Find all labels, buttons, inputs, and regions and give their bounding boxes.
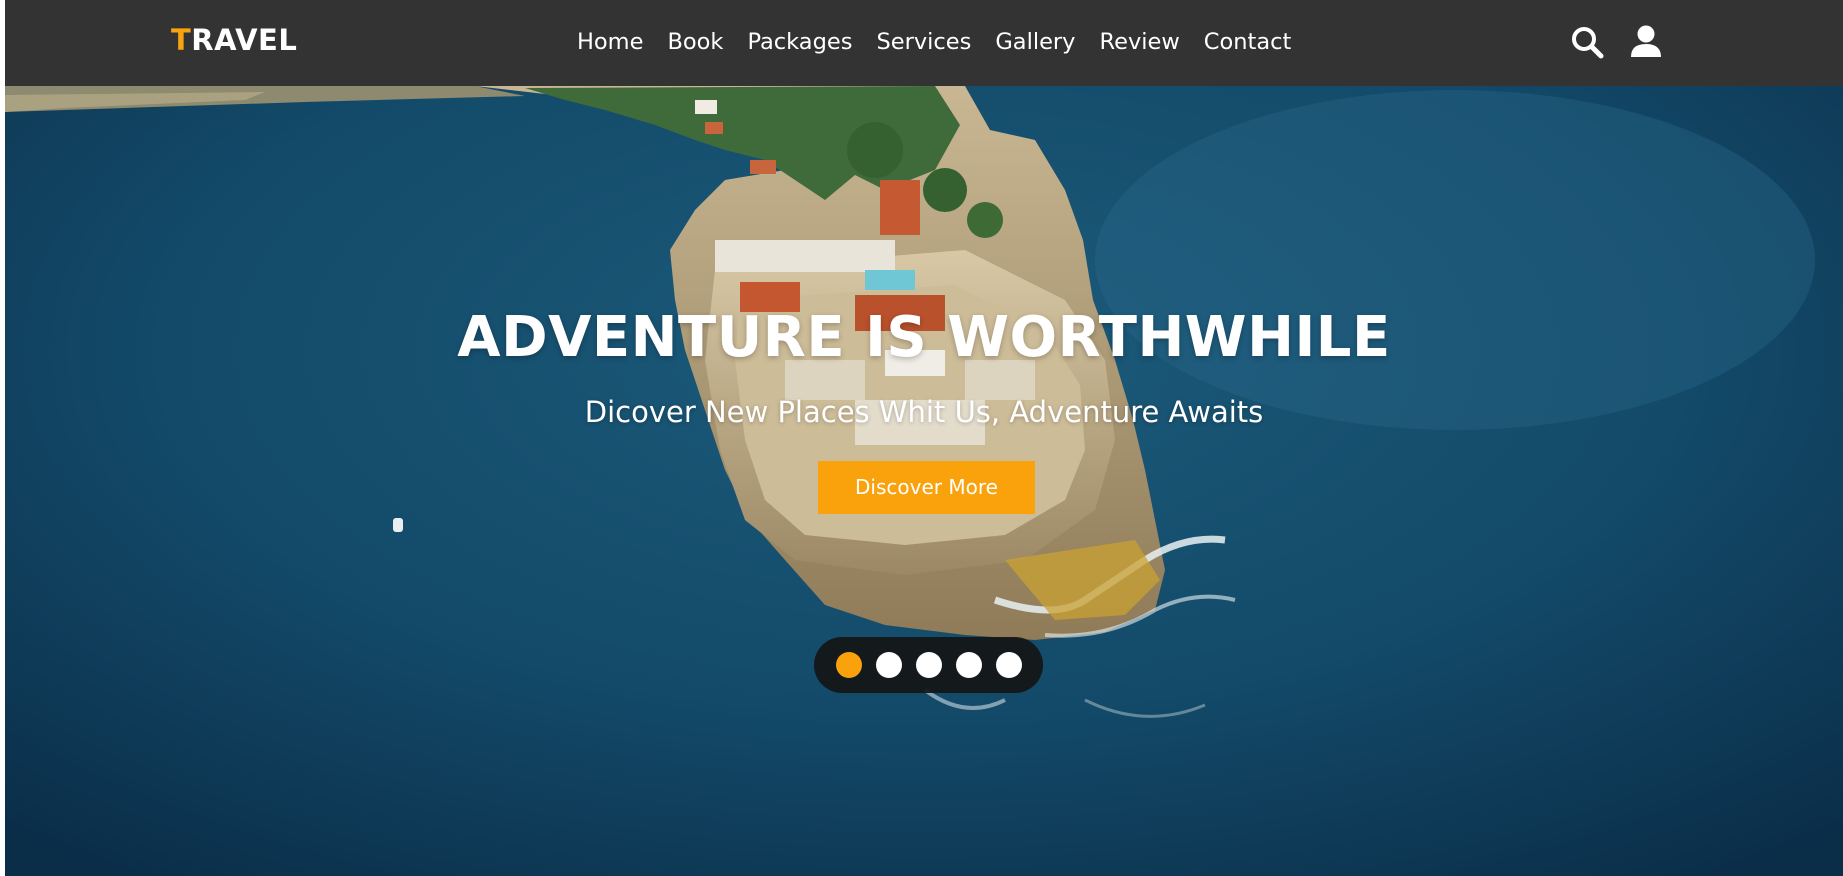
nav-link-home[interactable]: Home bbox=[577, 25, 643, 59]
site-header: TRAVEL Home Book Packages Services Galle… bbox=[5, 0, 1843, 86]
hero-background-image bbox=[5, 0, 1843, 876]
nav-link-contact[interactable]: Contact bbox=[1204, 25, 1292, 59]
discover-more-button[interactable]: Discover More bbox=[818, 461, 1035, 514]
nav-link-packages[interactable]: Packages bbox=[747, 25, 852, 59]
slider-dot-3[interactable] bbox=[916, 652, 942, 678]
slider-dot-5[interactable] bbox=[996, 652, 1022, 678]
logo-accent-letter: T bbox=[171, 23, 192, 57]
logo[interactable]: TRAVEL bbox=[171, 22, 297, 58]
hero-subtitle: Dicover New Places Whit Us, Adventure Aw… bbox=[584, 395, 1264, 429]
page-frame: TRAVEL Home Book Packages Services Galle… bbox=[5, 0, 1843, 876]
search-icon bbox=[1572, 27, 1604, 59]
nav-link-book[interactable]: Book bbox=[667, 25, 723, 59]
slider-dot-2[interactable] bbox=[876, 652, 902, 678]
slider-dot-1[interactable] bbox=[836, 652, 862, 678]
slider-dot-4[interactable] bbox=[956, 652, 982, 678]
nav-link-gallery[interactable]: Gallery bbox=[995, 25, 1075, 59]
logo-text: RAVEL bbox=[191, 23, 298, 57]
slider-pagination bbox=[814, 637, 1043, 693]
nav-link-review[interactable]: Review bbox=[1099, 25, 1179, 59]
user-icon bbox=[1631, 25, 1661, 57]
main-nav: Home Book Packages Services Gallery Revi… bbox=[577, 24, 1291, 60]
search-button[interactable] bbox=[1567, 22, 1607, 62]
user-account-button[interactable] bbox=[1626, 22, 1666, 62]
nav-link-services[interactable]: Services bbox=[876, 25, 971, 59]
hero-title: ADVENTURE IS WORTHWHILE bbox=[457, 305, 1391, 370]
